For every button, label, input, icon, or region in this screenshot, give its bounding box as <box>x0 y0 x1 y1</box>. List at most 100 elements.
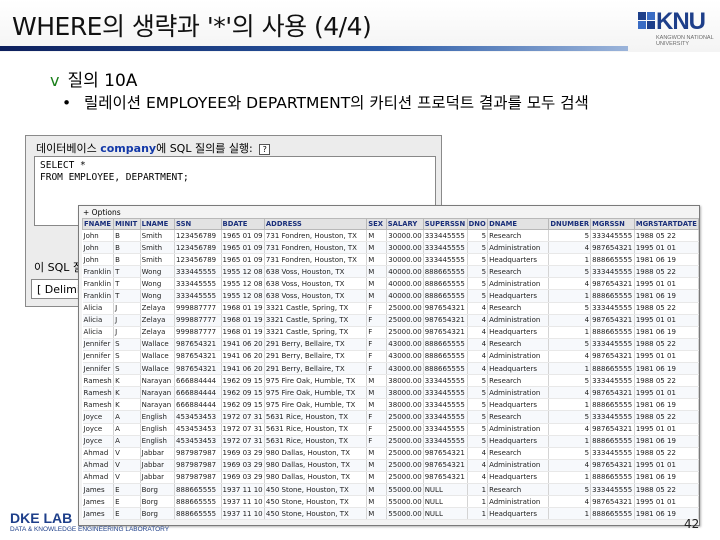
table-cell: 333445555 <box>423 410 468 424</box>
column-header[interactable]: SALARY <box>385 218 424 230</box>
table-row[interactable]: Joyce A English 453453453 1972 07 31 5631 Ric… <box>82 410 699 424</box>
table-row[interactable]: Ahmad V Jabbar 987987987 1969 03 29 980 Dalla… <box>82 447 699 460</box>
table-cell: 666884444 <box>174 386 222 400</box>
table-cell: 25000.00 <box>386 435 424 448</box>
table-row[interactable]: John B Smith 123456789 1965 01 09 731 Fondren… <box>82 253 699 267</box>
table-cell: 987654321 <box>423 471 468 484</box>
table-cell: 333445555 <box>423 374 468 388</box>
table-row[interactable]: John B Smith 123456789 1965 01 09 731 Fondren… <box>82 229 699 243</box>
table-cell: 43000.00 <box>386 338 424 351</box>
options-toggle[interactable]: + Options <box>83 208 121 217</box>
table-row[interactable]: Ramesh K Narayan 666884444 1962 09 15 975 Fir… <box>82 374 699 388</box>
table-cell: Headquarters <box>487 289 550 303</box>
table-row[interactable]: John B Smith 123456789 1965 01 09 731 Fondren… <box>82 241 699 255</box>
table-cell: 987987987 <box>174 447 222 460</box>
table-cell: 333445555 <box>423 435 468 448</box>
table-row[interactable]: Joyce A English 453453453 1972 07 31 5631 Ric… <box>82 435 699 448</box>
column-header[interactable]: DNUMBER <box>548 218 592 230</box>
table-row[interactable]: James E Borg 888665555 1937 11 10 450 Stone, … <box>82 495 699 509</box>
table-cell: 4 <box>467 459 489 472</box>
table-cell: F <box>366 314 387 327</box>
column-header[interactable]: BDATE <box>220 218 265 230</box>
table-cell: 980 Dallas, Houston, TX <box>264 471 368 484</box>
table-cell: Research <box>487 302 550 315</box>
table-cell: 987654321 <box>590 459 635 472</box>
footer-lab-name: DKE LAB <box>10 510 73 526</box>
table-row[interactable]: Alicia J Zelaya 999887777 1968 01 19 3321 Cas… <box>82 302 699 315</box>
table-cell: 888665555 <box>423 265 468 279</box>
table-row[interactable]: Ramesh K Narayan 666884444 1962 09 15 975 Fir… <box>82 386 699 400</box>
table-cell: 1995 01 01 <box>634 277 699 291</box>
table-cell: 1 <box>467 483 489 497</box>
sql-dialog-legend: 데이터베이스 company에 SQL 질의를 실행: ? <box>36 140 271 156</box>
table-row[interactable]: Joyce A English 453453453 1972 07 31 5631 Ric… <box>82 423 699 436</box>
table-cell: 987654321 <box>423 447 468 460</box>
column-header[interactable]: DNO <box>466 218 489 230</box>
table-cell: 987654321 <box>590 314 635 327</box>
table-cell: 987654321 <box>423 459 468 472</box>
table-cell: 1988 05 22 <box>634 302 699 315</box>
table-row[interactable]: Franklin T Wong 333445555 1955 12 08 638 Voss… <box>82 277 699 291</box>
table-row[interactable]: Ahmad V Jabbar 987987987 1969 03 29 980 Dalla… <box>82 471 699 484</box>
table-row[interactable]: Ramesh K Narayan 666884444 1962 09 15 975 Fir… <box>82 398 699 412</box>
database-name-link[interactable]: company <box>100 142 156 155</box>
table-cell: Administration <box>487 277 550 291</box>
column-header[interactable]: MGRSTARTDATE <box>633 218 699 230</box>
table-cell: 888665555 <box>590 289 635 303</box>
column-header[interactable]: MINIT <box>113 218 141 230</box>
table-row[interactable]: Franklin T Wong 333445555 1955 12 08 638 Voss… <box>82 289 699 303</box>
table-cell: J <box>113 326 141 339</box>
table-cell: Wallace <box>140 350 176 364</box>
column-header[interactable]: FNAME <box>81 218 115 230</box>
table-cell: 333445555 <box>590 410 635 424</box>
table-cell: 5 <box>548 374 592 388</box>
table-row[interactable]: Jennifer S Wallace 987654321 1941 06 20 291 B… <box>82 362 699 376</box>
table-cell: F <box>366 423 387 436</box>
table-cell: 453453453 <box>174 423 222 436</box>
table-row[interactable]: Franklin T Wong 333445555 1955 12 08 638 Voss… <box>82 265 699 279</box>
dot-bullet-icon: • <box>62 94 72 112</box>
table-cell: F <box>366 326 387 339</box>
column-header[interactable]: SEX <box>366 218 387 230</box>
table-cell: M <box>366 289 387 303</box>
table-row[interactable]: James E Borg 888665555 1937 11 10 450 Stone, … <box>82 483 699 497</box>
table-row[interactable]: James E Borg 888665555 1937 11 10 450 Stone, … <box>82 507 699 521</box>
column-header[interactable]: DNAME <box>487 218 550 230</box>
table-cell: Headquarters <box>487 435 550 448</box>
table-cell: Jennifer <box>82 362 115 376</box>
table-cell: 1995 01 01 <box>634 350 699 364</box>
table-cell: 38000.00 <box>386 398 424 412</box>
knu-logo: KNU KANGWON NATIONAL UNIVERSITY <box>638 4 718 50</box>
help-icon[interactable]: ? <box>259 143 271 155</box>
table-cell: 987987987 <box>174 471 222 484</box>
table-cell: M <box>366 374 387 388</box>
table-cell: 638 Voss, Houston, TX <box>264 265 368 279</box>
table-cell: 4 <box>467 326 489 339</box>
table-cell: Zelaya <box>140 326 176 339</box>
column-header[interactable]: SUPERSSN <box>422 218 468 230</box>
table-cell: 4 <box>467 471 489 484</box>
table-cell: Headquarters <box>487 471 550 484</box>
table-cell: Headquarters <box>487 326 550 339</box>
table-row[interactable]: Alicia J Zelaya 999887777 1968 01 19 3321 Cas… <box>82 326 699 339</box>
table-cell: 123456789 <box>174 253 222 267</box>
sql-bottom-label: 이 SQL 질 <box>34 261 84 274</box>
table-cell: 987987987 <box>174 459 222 472</box>
knu-logo-mark-icon <box>638 12 656 30</box>
table-row[interactable]: Jennifer S Wallace 987654321 1941 06 20 291 B… <box>82 350 699 364</box>
table-cell: M <box>366 495 387 509</box>
column-header[interactable]: SSN <box>174 218 222 230</box>
table-row[interactable]: Alicia J Zelaya 999887777 1968 01 19 3321 Cas… <box>82 314 699 327</box>
table-cell: Research <box>487 483 550 497</box>
table-row[interactable]: Jennifer S Wallace 987654321 1941 06 20 291 B… <box>82 338 699 351</box>
column-header[interactable]: ADDRESS <box>263 218 368 230</box>
table-cell: B <box>113 229 141 243</box>
table-cell: 123456789 <box>174 229 222 243</box>
table-cell: Ramesh <box>82 386 115 400</box>
table-cell: 5 <box>548 447 592 460</box>
checkmark-bullet-icon: v <box>50 71 60 90</box>
column-header[interactable]: MGRSSN <box>590 218 635 230</box>
column-header[interactable]: LNAME <box>139 218 176 230</box>
table-row[interactable]: Ahmad V Jabbar 987987987 1969 03 29 980 Dalla… <box>82 459 699 472</box>
table-cell: 5631 Rice, Houston, TX <box>264 435 368 448</box>
